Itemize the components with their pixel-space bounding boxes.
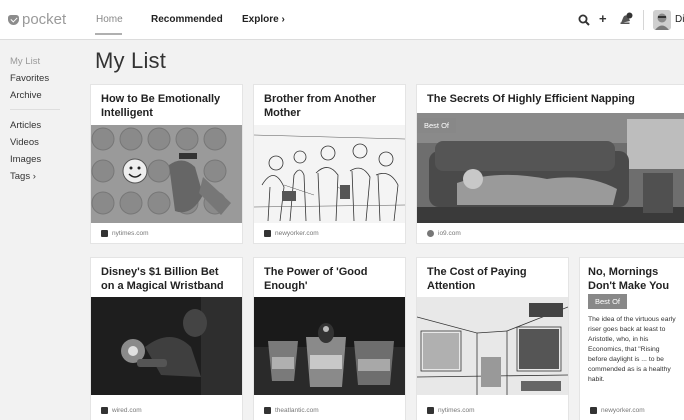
nytimes-icon — [101, 230, 108, 237]
sidebar-item-tags[interactable]: Tags › — [10, 171, 36, 182]
avatar[interactable] — [653, 10, 671, 30]
article-source: nytimes.com — [427, 407, 474, 414]
sidebar-item-my-list[interactable]: My List — [10, 56, 40, 67]
newyorker-icon — [264, 230, 271, 237]
article-card[interactable]: No, Mornings Don't Make You Moral Best O… — [580, 258, 684, 420]
article-source: theatlantic.com — [264, 407, 319, 414]
pocket-logo-icon — [8, 14, 19, 25]
article-title[interactable]: How to Be Emotionally Intelligent — [101, 93, 234, 120]
article-thumbnail[interactable] — [91, 297, 242, 395]
sidebar-item-articles[interactable]: Articles — [10, 120, 41, 131]
article-card[interactable]: The Secrets Of Highly Efficient Napping … — [417, 85, 684, 243]
nav-home-active-indicator — [95, 33, 122, 35]
sidebar: My List Favorites Archive Articles Video… — [0, 40, 80, 420]
toolbar-divider — [643, 10, 644, 30]
page-title: My List — [95, 48, 167, 73]
article-card[interactable]: How to Be Emotionally Intelligent nytime… — [91, 85, 242, 243]
article-thumbnail[interactable] — [417, 297, 568, 395]
newyorker-icon — [590, 407, 597, 414]
article-title[interactable]: The Cost of Paying Attention — [427, 266, 560, 293]
article-thumbnail[interactable] — [91, 125, 242, 223]
article-card[interactable]: Disney's $1 Billion Bet on a Magical Wri… — [91, 258, 242, 420]
notifications-icon[interactable] — [619, 12, 633, 26]
sidebar-item-videos[interactable]: Videos — [10, 137, 39, 148]
article-card[interactable]: The Cost of Paying Attention nytimes.com — [417, 258, 568, 420]
article-source: newyorker.com — [590, 407, 645, 414]
theatlantic-icon — [264, 407, 271, 414]
top-bar: pocket Home Recommended Explore › + Die — [0, 0, 684, 40]
sidebar-item-favorites[interactable]: Favorites — [10, 73, 49, 84]
article-thumbnail[interactable] — [254, 297, 405, 395]
article-title[interactable]: Brother from Another Mother — [264, 93, 397, 120]
wired-icon — [101, 407, 108, 414]
nytimes-icon — [427, 407, 434, 414]
add-icon[interactable]: + — [599, 11, 607, 27]
article-thumbnail[interactable] — [254, 125, 405, 223]
article-title[interactable]: The Secrets Of Highly Efficient Napping — [427, 93, 676, 107]
article-source: io9.com — [427, 230, 461, 237]
io9-icon — [427, 230, 434, 237]
article-title[interactable]: Disney's $1 Billion Bet on a Magical Wri… — [101, 266, 234, 293]
best-of-badge: Best Of — [588, 294, 628, 309]
nav-home[interactable]: Home — [96, 14, 123, 25]
nav-recommended[interactable]: Recommended — [151, 14, 223, 25]
best-of-badge: Best Of — [417, 118, 457, 133]
user-name[interactable]: Die — [675, 14, 684, 25]
search-icon[interactable] — [578, 14, 590, 26]
brand-name: pocket — [22, 11, 67, 28]
article-source: nytimes.com — [101, 230, 148, 237]
article-source: wired.com — [101, 407, 142, 414]
sidebar-divider — [10, 109, 60, 110]
sidebar-item-images[interactable]: Images — [10, 154, 41, 165]
article-excerpt: The idea of the virtuous early riser goe… — [588, 316, 676, 383]
article-source: newyorker.com — [264, 230, 319, 237]
nav-explore[interactable]: Explore › — [242, 14, 285, 25]
sidebar-item-archive[interactable]: Archive — [10, 90, 42, 101]
pocket-logo[interactable]: pocket — [8, 11, 66, 28]
article-card[interactable]: Brother from Another Mother newyorker.co… — [254, 85, 405, 243]
article-card[interactable]: The Power of 'Good Enough' theatlantic.c… — [254, 258, 405, 420]
article-title[interactable]: The Power of 'Good Enough' — [264, 266, 397, 293]
article-thumbnail[interactable] — [417, 113, 684, 223]
